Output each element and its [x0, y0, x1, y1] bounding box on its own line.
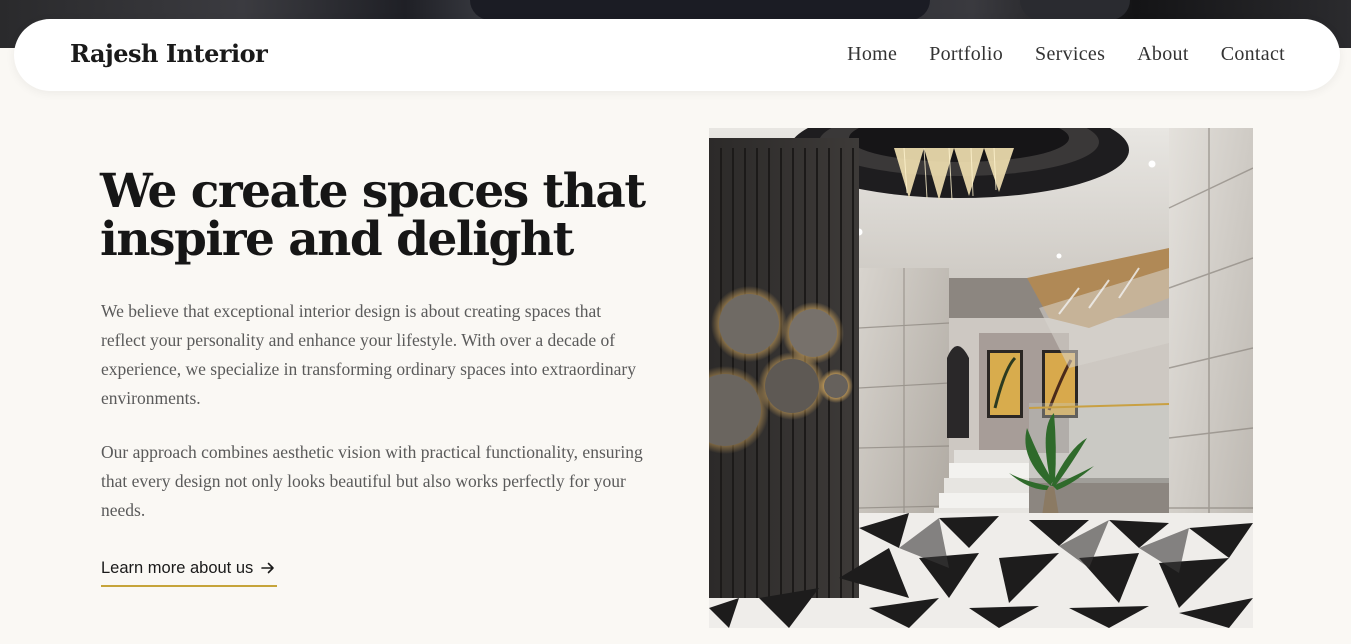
- learn-more-label: Learn more about us: [101, 559, 254, 577]
- nav-link-services[interactable]: Services: [1035, 43, 1105, 66]
- nav-link-contact[interactable]: Contact: [1221, 43, 1285, 66]
- learn-more-link[interactable]: Learn more about us: [101, 556, 278, 587]
- nav-links: Home Portfolio Services About Contact: [847, 43, 1285, 66]
- nav-link-about[interactable]: About: [1137, 43, 1189, 66]
- hero-headline: We create spaces that inspire and deligh…: [100, 164, 646, 267]
- brand-logo[interactable]: Rajesh Interior: [70, 39, 268, 68]
- nav-link-home[interactable]: Home: [847, 43, 897, 66]
- arrow-right-icon: [261, 562, 275, 574]
- hero-paragraph-intro: We believe that exceptional interior des…: [101, 301, 636, 408]
- navigation-bar: Rajesh Interior Home Portfolio Services …: [14, 19, 1340, 91]
- hero-paragraph-approach: Our approach combines aesthetic vision w…: [101, 442, 643, 520]
- nav-link-portfolio[interactable]: Portfolio: [929, 43, 1003, 66]
- interior-photo: [709, 128, 1253, 628]
